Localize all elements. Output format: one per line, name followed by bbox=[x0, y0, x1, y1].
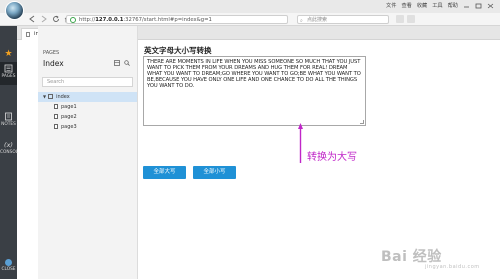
pages-sidebar: PAGES Index Search ▼ index page1 page2 pa… bbox=[38, 26, 138, 279]
sidebar-title: Index bbox=[43, 59, 64, 68]
menu-favorites[interactable]: 收藏 bbox=[417, 2, 427, 9]
menu-file[interactable]: 文件 bbox=[386, 2, 396, 9]
tree-item-label: page3 bbox=[61, 124, 77, 130]
minimize-icon[interactable] bbox=[463, 3, 470, 9]
rail-notes-label: NOTES bbox=[1, 122, 16, 127]
uppercase-all-button[interactable]: 全部大写 bbox=[143, 166, 186, 179]
page-tree: ▼ index page1 page2 page3 bbox=[38, 92, 137, 132]
extension-icon[interactable] bbox=[396, 15, 404, 23]
folder-icon bbox=[48, 94, 54, 99]
search-icon: ⌕ bbox=[300, 18, 303, 24]
favorite-star-icon[interactable]: ★ bbox=[0, 48, 17, 60]
tree-item-page1[interactable]: page1 bbox=[38, 102, 137, 112]
preview-content: 英文字母大小写转换 THERE ARE MOMENTS IN LIFE WHEN… bbox=[138, 40, 500, 279]
expand-triangle-icon[interactable]: ▼ bbox=[43, 92, 46, 102]
page-file-icon bbox=[54, 114, 58, 119]
back-icon[interactable] bbox=[28, 15, 36, 23]
secure-page-icon bbox=[70, 17, 76, 23]
rail-pages-label: PAGES bbox=[1, 74, 16, 79]
textarea-value: THERE ARE MOMENTS IN LIFE WHEN YOU MISS … bbox=[147, 59, 361, 90]
browser-tab-strip: 文件 查看 收藏 工具 帮助 bbox=[0, 0, 500, 13]
url-input[interactable]: http://127.0.0.1:32767/start.html#p=inde… bbox=[66, 15, 288, 24]
address-bar: http://127.0.0.1:32767/start.html#p=inde… bbox=[0, 13, 500, 26]
user-avatar[interactable] bbox=[5, 1, 24, 20]
annotation-arrow-icon bbox=[298, 123, 303, 163]
tree-item-page3[interactable]: page3 bbox=[38, 122, 137, 132]
browser-search-input[interactable]: ⌕ 点此搜索 bbox=[297, 15, 389, 24]
rail-tab-notes[interactable]: NOTES bbox=[0, 110, 17, 133]
menu-view[interactable]: 查看 bbox=[401, 2, 411, 9]
url-path: :32767/start.html#p=index&g=1 bbox=[123, 17, 212, 23]
rail-console-label: CONSOL bbox=[0, 150, 19, 155]
sidebar-tools bbox=[114, 60, 130, 66]
tree-item-page2[interactable]: page2 bbox=[38, 112, 137, 122]
map-icon[interactable] bbox=[114, 60, 120, 66]
page-icon bbox=[26, 32, 30, 37]
rail-close-button[interactable]: CLOSE bbox=[0, 257, 17, 279]
tree-item-index[interactable]: ▼ index bbox=[38, 92, 137, 102]
page-file-icon bbox=[54, 104, 58, 109]
sidebar-section-label: PAGES bbox=[43, 50, 60, 56]
watermark-text: Bai 经验 bbox=[381, 249, 442, 265]
tree-item-label: page2 bbox=[61, 114, 77, 120]
sidebar-search-input[interactable]: Search bbox=[42, 77, 133, 87]
tree-item-label: page1 bbox=[61, 104, 77, 110]
menu-help[interactable]: 帮助 bbox=[448, 2, 458, 9]
lowercase-all-button[interactable]: 全部小写 bbox=[193, 166, 236, 179]
search-toggle-icon[interactable] bbox=[124, 60, 130, 66]
close-dot-icon bbox=[5, 259, 12, 266]
browser-search-placeholder: 点此搜索 bbox=[307, 17, 328, 23]
notes-icon bbox=[5, 112, 12, 121]
window-menu: 文件 查看 收藏 工具 帮助 bbox=[386, 2, 494, 9]
extension-icon[interactable] bbox=[407, 15, 415, 23]
pages-icon bbox=[4, 64, 13, 73]
page-heading: 英文字母大小写转换 bbox=[144, 46, 212, 55]
watermark-subtext: jingyan.baidu.com bbox=[425, 264, 480, 270]
left-icon-rail: ★ PAGES NOTES (x) CONSOL CLOSE bbox=[0, 26, 19, 279]
watermark-logo: Bai 经验 jingyan.baidu.com bbox=[381, 246, 480, 270]
console-icon: (x) bbox=[4, 141, 13, 149]
rail-close-label: CLOSE bbox=[1, 267, 16, 272]
page-file-icon bbox=[54, 124, 58, 129]
refresh-icon[interactable] bbox=[52, 15, 60, 23]
resize-grip-icon[interactable] bbox=[360, 120, 364, 124]
annotation-text: 转换为大写 bbox=[307, 152, 357, 163]
tree-item-label: index bbox=[56, 94, 70, 100]
url-host: 127.0.0.1 bbox=[95, 17, 124, 23]
maximize-icon[interactable] bbox=[475, 3, 482, 9]
rail-tab-console[interactable]: (x) CONSOL bbox=[0, 139, 19, 162]
url-prefix: http:// bbox=[79, 17, 96, 23]
toolbar-extensions bbox=[396, 15, 415, 23]
close-window-icon[interactable] bbox=[487, 3, 494, 9]
menu-tools[interactable]: 工具 bbox=[432, 2, 442, 9]
text-input-area[interactable]: THERE ARE MOMENTS IN LIFE WHEN YOU MISS … bbox=[143, 56, 366, 126]
forward-icon[interactable] bbox=[40, 15, 48, 23]
rail-tab-pages[interactable]: PAGES bbox=[0, 62, 17, 85]
